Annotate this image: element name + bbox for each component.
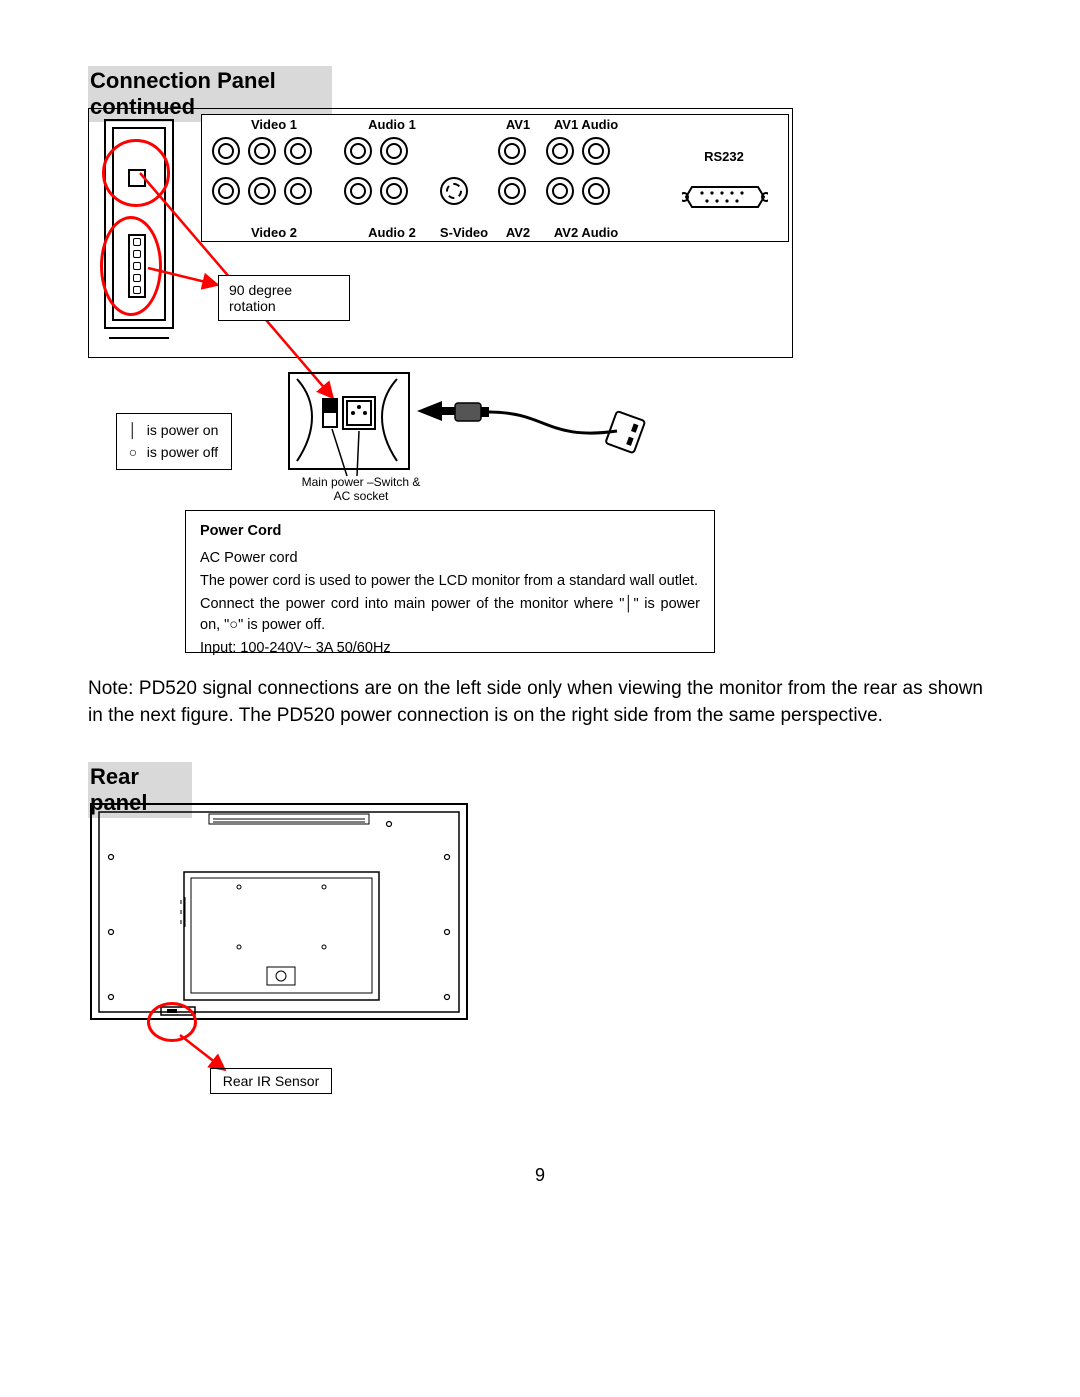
jack-video1-b [248, 137, 276, 165]
ac-caption: Main power –Switch & AC socket [296, 475, 426, 504]
label-video1: Video 1 [244, 117, 304, 132]
jack-audio1-r [380, 137, 408, 165]
jack-video1-c [284, 137, 312, 165]
jack-av2-audio-r [582, 177, 610, 205]
jack-video1-a [212, 137, 240, 165]
ac-caption-line2: AC socket [334, 489, 389, 503]
callout-rear-ir: Rear IR Sensor [210, 1068, 332, 1094]
ac-caption-line1: Main power –Switch & [302, 475, 421, 489]
jack-svideo [440, 177, 468, 205]
label-av2-audio: AV2 Audio [546, 225, 626, 240]
jack-av2 [498, 177, 526, 205]
tv-side-illustration [104, 119, 174, 349]
jack-av1-audio-l [546, 137, 574, 165]
jack-av2-audio-l [546, 177, 574, 205]
jack-av1-audio-r [582, 137, 610, 165]
callout-rotation: 90 degree rotation [218, 275, 350, 321]
callout-power-states: │ is power on ○ is power off [116, 413, 232, 470]
label-audio1: Audio 1 [362, 117, 422, 132]
power-cord-line1: AC Power cord [200, 548, 700, 569]
connection-panel-figure: Video 1 Audio 1 AV1 AV1 Audio Video 2 Au… [88, 108, 793, 358]
rs232-port-icon [682, 185, 768, 209]
power-cord-line2: The power cord is used to power the LCD … [200, 571, 700, 592]
text-power-on: is power on [147, 422, 219, 438]
text-power-off: is power off [147, 444, 218, 460]
page-number: 9 [0, 1165, 1080, 1186]
label-audio2: Audio 2 [362, 225, 422, 240]
rear-panel-figure [89, 802, 469, 1032]
note-paragraph: Note: PD520 signal connections are on th… [88, 676, 983, 729]
jack-av1 [498, 137, 526, 165]
symbol-power-off: ○ [127, 442, 139, 464]
symbol-power-on: │ [127, 420, 139, 442]
jack-audio1-l [344, 137, 372, 165]
jack-video2-c [284, 177, 312, 205]
label-video2: Video 2 [244, 225, 304, 240]
label-av1: AV1 [498, 117, 538, 132]
label-svideo: S-Video [434, 225, 494, 240]
label-av1-audio: AV1 Audio [546, 117, 626, 132]
jack-audio2-r [380, 177, 408, 205]
jack-video2-b [248, 177, 276, 205]
label-av2: AV2 [498, 225, 538, 240]
power-cord-line3: Connect the power cord into main power o… [200, 594, 700, 636]
power-cord-info-box: Power Cord AC Power cord The power cord … [185, 510, 715, 653]
label-rs232: RS232 [694, 149, 754, 164]
power-cord-title: Power Cord [200, 521, 700, 542]
jack-audio2-l [344, 177, 372, 205]
jack-video2-a [212, 177, 240, 205]
power-cord-line4: Input: 100-240V~ 3A 50/60Hz [200, 638, 700, 659]
connector-plate-illustration: Video 1 Audio 1 AV1 AV1 Audio Video 2 Au… [201, 114, 789, 242]
